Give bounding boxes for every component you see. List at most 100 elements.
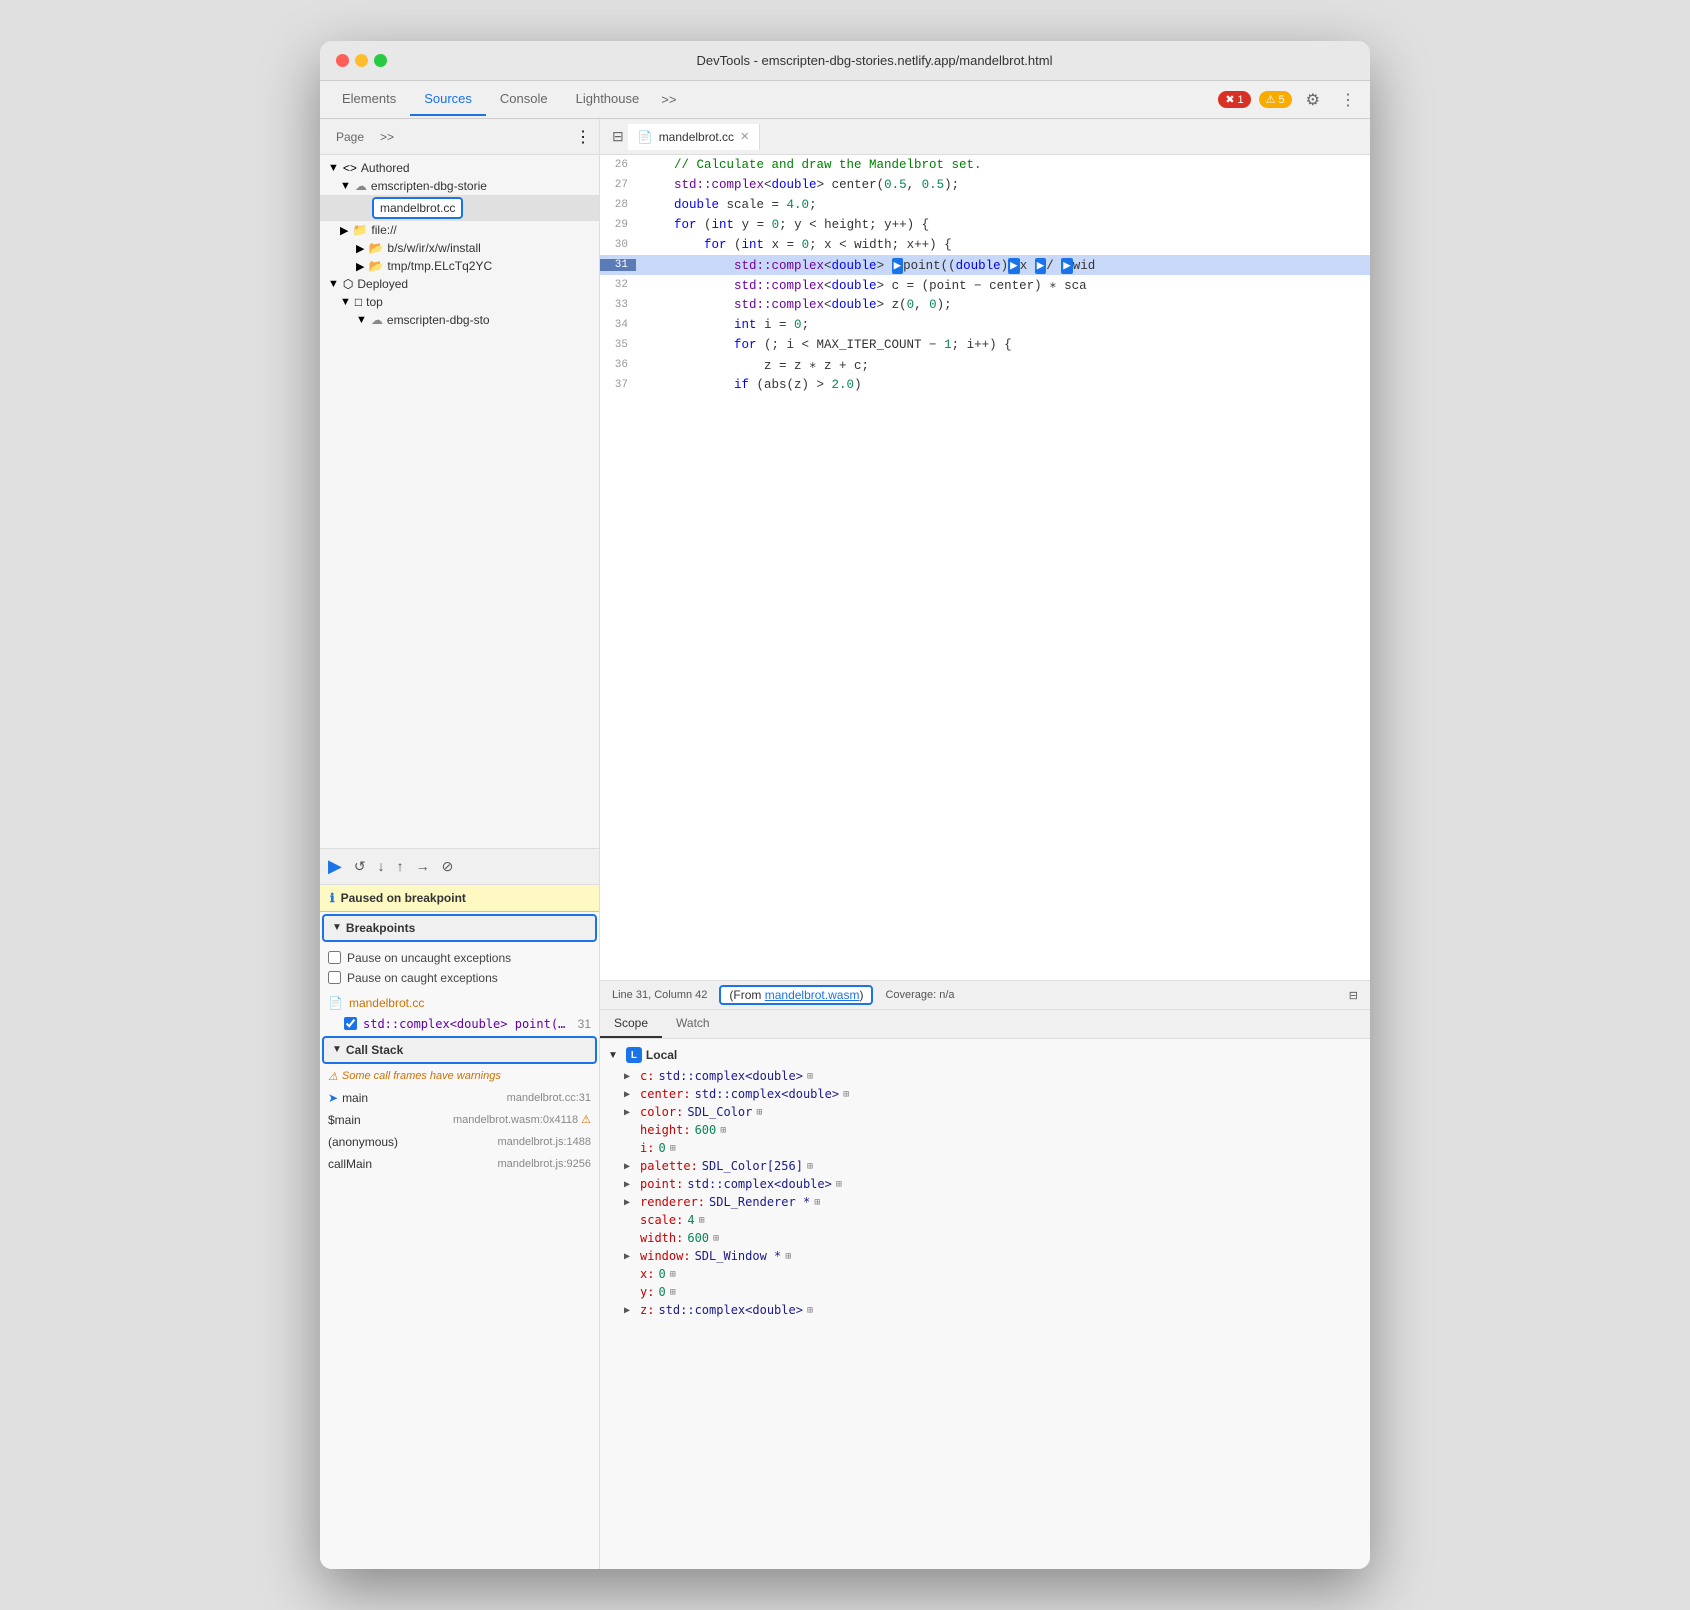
coverage-icon[interactable]: ⊟ xyxy=(1349,989,1358,1002)
sidebar-toggle-button[interactable]: ⊟ xyxy=(608,124,628,149)
tree-top[interactable]: ▼ □ top xyxy=(320,293,599,311)
tree-file-url[interactable]: ▶ 📁 file:// xyxy=(320,221,599,239)
coverage-status: Coverage: n/a xyxy=(885,989,954,1001)
warning-triangle-icon: ⚠ xyxy=(328,1070,338,1083)
expand-color-icon[interactable]: ▶ xyxy=(624,1107,636,1118)
mem-icon: ⊞ xyxy=(807,1161,813,1172)
current-frame-arrow: ➤ xyxy=(328,1091,338,1105)
scope-entry-i: ▶ i: 0 ⊞ xyxy=(608,1139,1362,1157)
chevron-down-icon: ▼ xyxy=(340,180,351,192)
cloud-dbg-icon: ☁ xyxy=(371,313,383,327)
code-line-31: 31 std::complex<double> ▶point((double)▶… xyxy=(600,255,1370,275)
tab-more-button[interactable]: >> xyxy=(653,88,684,111)
call-frame-anonymous[interactable]: (anonymous) mandelbrot.js:1488 xyxy=(320,1131,599,1153)
expand-renderer-icon[interactable]: ▶ xyxy=(624,1197,636,1208)
error-count-badge[interactable]: ✖ 1 xyxy=(1218,91,1250,108)
scope-entry-z[interactable]: ▶ z: std::complex<double> ⊞ xyxy=(608,1301,1362,1319)
call-stack-section-header[interactable]: ▼ Call Stack xyxy=(322,1036,597,1064)
pause-uncaught-checkbox[interactable] xyxy=(328,951,341,964)
settings-button[interactable]: ⚙ xyxy=(1300,86,1326,114)
breakpoint-entry[interactable]: std::complex<double> point((d... 31 xyxy=(320,1014,599,1034)
call-frame-main[interactable]: ➤ main mandelbrot.cc:31 xyxy=(320,1087,599,1109)
expand-z-icon[interactable]: ▶ xyxy=(624,1305,636,1316)
expand-center-icon[interactable]: ▶ xyxy=(624,1089,636,1100)
chevron-down-icon: ▼ xyxy=(328,162,339,174)
code-editor: 26 // Calculate and draw the Mandelbrot … xyxy=(600,155,1370,980)
scope-entry-y: ▶ y: 0 ⊞ xyxy=(608,1283,1362,1301)
tree-authored[interactable]: ▼ <> Authored xyxy=(320,159,599,177)
expand-point-icon[interactable]: ▶ xyxy=(624,1179,636,1190)
pause-uncaught-row[interactable]: Pause on uncaught exceptions xyxy=(328,948,591,968)
warning-icon: ⚠ xyxy=(1266,93,1276,106)
step-out-button[interactable]: ↑ xyxy=(397,858,404,874)
scope-entry-c[interactable]: ▶ c: std::complex<double> ⊞ xyxy=(608,1067,1362,1085)
cursor-position: Line 31, Column 42 xyxy=(612,989,707,1001)
chevron-right-icon: ▶ xyxy=(356,242,364,255)
scope-entry-window[interactable]: ▶ window: SDL_Window * ⊞ xyxy=(608,1247,1362,1265)
bp-checkbox[interactable] xyxy=(344,1017,357,1030)
call-frame-dollar-main[interactable]: $main mandelbrot.wasm:0x4118 ⚠ xyxy=(320,1109,599,1131)
error-icon: ✖ xyxy=(1225,93,1234,106)
tab-watch[interactable]: Watch xyxy=(662,1010,724,1038)
left-panel-menu[interactable]: ⋮ xyxy=(575,127,591,147)
scope-entry-center[interactable]: ▶ center: std::complex<double> ⊞ xyxy=(608,1085,1362,1103)
warning-count-badge[interactable]: ⚠ 5 xyxy=(1259,91,1292,108)
bottom-left-panel: ℹ Paused on breakpoint ▼ Breakpoints Pau… xyxy=(320,884,599,1570)
titlebar: DevTools - emscripten-dbg-stories.netlif… xyxy=(320,41,1370,81)
pause-caught-checkbox[interactable] xyxy=(328,971,341,984)
tree-folder2[interactable]: ▶ 📂 tmp/tmp.ELcTq2YC xyxy=(320,257,599,275)
tab-sources[interactable]: Sources xyxy=(410,83,486,116)
more-options-button[interactable]: ⋮ xyxy=(1334,86,1362,114)
scope-entry-color[interactable]: ▶ color: SDL_Color ⊞ xyxy=(608,1103,1362,1121)
file-tree: ▼ <> Authored ▼ ☁ emscripten-dbg-storie … xyxy=(320,155,599,848)
code-line-26: 26 // Calculate and draw the Mandelbrot … xyxy=(600,155,1370,175)
tab-elements[interactable]: Elements xyxy=(328,83,410,116)
step-over-button[interactable]: ↺ xyxy=(354,858,366,875)
step-into-button[interactable]: ↓ xyxy=(378,858,385,874)
mem-icon: ⊞ xyxy=(756,1107,762,1118)
breakpoints-section-header[interactable]: ▼ Breakpoints xyxy=(322,914,597,942)
resume-button[interactable]: ▶ xyxy=(328,856,342,877)
tree-mandelbrot-file[interactable]: mandelbrot.cc xyxy=(320,195,599,221)
tree-folder1[interactable]: ▶ 📂 b/s/w/ir/x/w/install xyxy=(320,239,599,257)
file-url-icon: 📁 xyxy=(352,223,367,237)
expand-palette-icon[interactable]: ▶ xyxy=(624,1161,636,1172)
tab-console[interactable]: Console xyxy=(486,83,562,116)
editor-tab-mandelbrot[interactable]: 📄 mandelbrot.cc ✕ xyxy=(628,124,761,150)
step-button[interactable]: → xyxy=(416,858,430,874)
left-panel-tabs: Page >> ⋮ xyxy=(320,119,599,155)
page-tab[interactable]: Page xyxy=(328,126,372,148)
scope-entry-renderer[interactable]: ▶ renderer: SDL_Renderer * ⊞ xyxy=(608,1193,1362,1211)
scope-entry-height: ▶ height: 600 ⊞ xyxy=(608,1121,1362,1139)
cube-icon: ⬡ xyxy=(343,277,353,291)
left-panel-more[interactable]: >> xyxy=(372,126,402,148)
close-tab-icon[interactable]: ✕ xyxy=(740,130,749,143)
tree-emscripten-dbg[interactable]: ▼ ☁ emscripten-dbg-sto xyxy=(320,311,599,329)
file-label: mandelbrot.cc xyxy=(372,197,463,219)
tab-scope[interactable]: Scope xyxy=(600,1010,662,1038)
chevron-right-icon: ▶ xyxy=(340,224,348,237)
local-scope-header[interactable]: ▼ L Local xyxy=(608,1043,1362,1067)
right-panel: ⊟ 📄 mandelbrot.cc ✕ 26 // Calculate and … xyxy=(600,119,1370,1569)
tree-deployed[interactable]: ▼ ⬡ Deployed xyxy=(320,275,599,293)
tab-lighthouse[interactable]: Lighthouse xyxy=(562,83,654,116)
maximize-button[interactable] xyxy=(374,54,387,67)
info-icon: ℹ xyxy=(330,891,335,905)
pause-caught-row[interactable]: Pause on caught exceptions xyxy=(328,968,591,988)
expand-c-icon[interactable]: ▶ xyxy=(624,1071,636,1082)
code-line-27: 27 std::complex<double> center(0.5, 0.5)… xyxy=(600,175,1370,195)
chevron-down-icon: ▼ xyxy=(332,922,342,933)
minimize-button[interactable] xyxy=(355,54,368,67)
mem-icon: ⊞ xyxy=(807,1071,813,1082)
wasm-link[interactable]: mandelbrot.wasm xyxy=(765,988,860,1002)
close-button[interactable] xyxy=(336,54,349,67)
from-wasm-badge: (From mandelbrot.wasm) xyxy=(719,985,873,1005)
chevron-down-icon: ▼ xyxy=(332,1044,342,1055)
tree-emscripten-store[interactable]: ▼ ☁ emscripten-dbg-storie xyxy=(320,177,599,195)
scope-entry-point[interactable]: ▶ point: std::complex<double> ⊞ xyxy=(608,1175,1362,1193)
expand-window-icon[interactable]: ▶ xyxy=(624,1251,636,1262)
deactivate-breakpoints-button[interactable]: ⊘ xyxy=(442,858,454,875)
scope-entry-palette[interactable]: ▶ palette: SDL_Color[256] ⊞ xyxy=(608,1157,1362,1175)
call-frame-callmain[interactable]: callMain mandelbrot.js:9256 xyxy=(320,1153,599,1175)
chevron-down-icon: ▼ xyxy=(356,314,367,326)
